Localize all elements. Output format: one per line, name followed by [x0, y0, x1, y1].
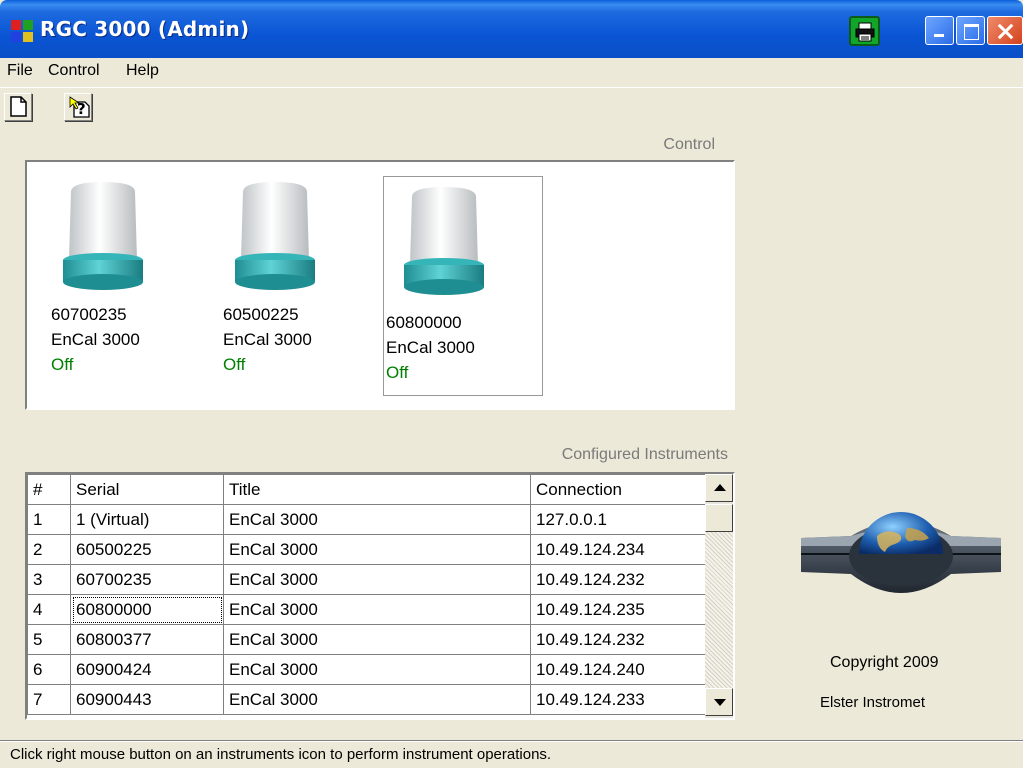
globe-logo-icon [801, 512, 1001, 593]
table-row[interactable]: 3 60700235 EnCal 3000 10.49.124.232 [27, 564, 706, 595]
new-document-icon[interactable] [4, 93, 32, 121]
close-icon[interactable] [987, 16, 1023, 45]
toolbar: ? [0, 87, 1023, 132]
row-title: EnCal 3000 [223, 654, 531, 685]
table-row[interactable]: 1 1 (Virtual) EnCal 3000 127.0.0.1 [27, 504, 706, 535]
row-title: EnCal 3000 [223, 684, 531, 715]
instruments-grid: # Serial Title Connection 1 1 (Virtual) … [27, 474, 706, 715]
row-number: 3 [27, 564, 71, 595]
row-connection: 10.49.124.235 [530, 594, 706, 625]
control-group-label: Control [663, 136, 715, 153]
row-number: 2 [27, 534, 71, 565]
table-row[interactable]: 2 60500225 EnCal 3000 10.49.124.234 [27, 534, 706, 565]
row-serial: 60700235 [70, 564, 224, 595]
row-number: 6 [27, 654, 71, 685]
encal-device-icon [404, 187, 484, 295]
control-panel: 60700235 EnCal 3000 Off 60500225 EnCal 3… [25, 160, 735, 410]
column-header-serial[interactable]: Serial [70, 474, 224, 505]
row-serial: 60500225 [70, 534, 224, 565]
instrument-status: Off [386, 363, 409, 382]
scroll-thumb[interactable] [705, 504, 733, 532]
row-connection: 10.49.124.234 [530, 534, 706, 565]
printer-icon[interactable] [849, 16, 880, 46]
row-connection: 10.49.124.232 [530, 624, 706, 655]
column-header-title[interactable]: Title [223, 474, 531, 505]
row-serial: 60900443 [70, 684, 224, 715]
menu-file[interactable]: File [7, 62, 33, 80]
table-scrollbar[interactable] [705, 474, 733, 718]
row-serial: 1 (Virtual) [70, 504, 224, 535]
table-header-row: # Serial Title Connection [27, 474, 706, 505]
table-row[interactable]: 6 60900424 EnCal 3000 10.49.124.240 [27, 654, 706, 685]
instrument-title: EnCal 3000 [223, 330, 312, 349]
instrument-title: EnCal 3000 [51, 330, 140, 349]
column-header-number[interactable]: # [27, 474, 71, 505]
row-title: EnCal 3000 [223, 594, 531, 625]
encal-device-icon [235, 182, 315, 290]
row-serial: 60800377 [70, 624, 224, 655]
configured-group-label: Configured Instruments [561, 446, 728, 463]
minimize-icon[interactable] [925, 16, 954, 45]
scroll-down-icon[interactable] [705, 688, 733, 716]
row-serial: 60900424 [70, 654, 224, 685]
status-text: Click right mouse button on an instrumen… [10, 746, 552, 763]
instrument-serial: 60500225 [223, 305, 299, 324]
column-header-connection[interactable]: Connection [530, 474, 706, 505]
instrument-status: Off [51, 355, 74, 374]
row-serial: 60800000 [70, 594, 224, 625]
row-title: EnCal 3000 [223, 534, 531, 565]
row-number: 4 [27, 594, 71, 625]
row-connection: 10.49.124.240 [530, 654, 706, 685]
table-row[interactable]: 5 60800377 EnCal 3000 10.49.124.232 [27, 624, 706, 655]
instrument-serial: 60800000 [386, 313, 462, 332]
status-bar: Click right mouse button on an instrumen… [0, 740, 1023, 768]
instrument-60500225[interactable]: 60500225 EnCal 3000 Off [209, 172, 369, 392]
table-row[interactable]: 7 60900443 EnCal 3000 10.49.124.233 [27, 684, 706, 715]
window-title: RGC 3000 (Admin) [40, 17, 250, 41]
instrument-60700235[interactable]: 60700235 EnCal 3000 Off [37, 172, 197, 392]
menu-bar: File Control Help [0, 58, 1023, 86]
row-title: EnCal 3000 [223, 504, 531, 535]
menu-help[interactable]: Help [126, 62, 159, 80]
instrument-title: EnCal 3000 [386, 338, 475, 357]
menu-control[interactable]: Control [48, 62, 100, 80]
table-row[interactable]: 4 60800000 EnCal 3000 10.49.124.235 [27, 594, 706, 625]
title-bar[interactable]: RGC 3000 (Admin) [0, 0, 1023, 58]
row-title: EnCal 3000 [223, 564, 531, 595]
help-cursor-icon[interactable]: ? [64, 93, 92, 121]
row-number: 5 [27, 624, 71, 655]
row-connection: 10.49.124.232 [530, 564, 706, 595]
encal-device-icon [63, 182, 143, 290]
maximize-icon[interactable] [956, 16, 985, 45]
instrument-serial: 60700235 [51, 305, 127, 324]
row-connection: 10.49.124.233 [530, 684, 706, 715]
row-connection: 127.0.0.1 [530, 504, 706, 535]
instrument-60800000[interactable]: 60800000 EnCal 3000 Off [383, 176, 543, 396]
company-name: Elster Instromet [820, 694, 926, 711]
configured-instruments-table: # Serial Title Connection 1 1 (Virtual) … [25, 472, 735, 720]
row-number: 7 [27, 684, 71, 715]
app-icon [11, 20, 33, 42]
scroll-up-icon[interactable] [705, 474, 733, 502]
instrument-status: Off [223, 355, 246, 374]
copyright-text: Copyright 2009 [830, 654, 939, 671]
row-number: 1 [27, 504, 71, 535]
row-title: EnCal 3000 [223, 624, 531, 655]
